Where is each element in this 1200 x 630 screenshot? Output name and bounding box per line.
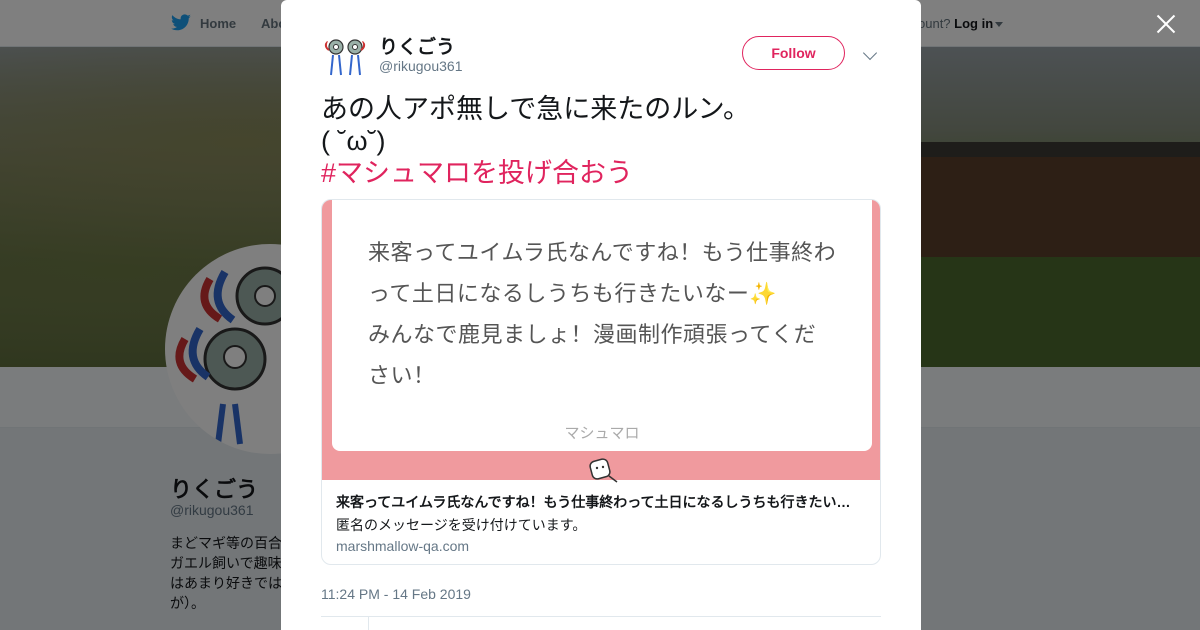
- card-image: 来客ってユイムラ氏なんですね！もう仕事終わって土日になるしうちも行きたいなー✨ み…: [322, 200, 880, 483]
- card-brand: マシュマロ: [564, 425, 640, 442]
- follow-button[interactable]: Follow: [742, 36, 845, 70]
- card-message-box: 来客ってユイムラ氏なんですね！もう仕事終わって土日になるしうちも行きたいなー✨ み…: [332, 200, 872, 451]
- marshmallow-mascot-icon: [589, 458, 618, 483]
- divider: [321, 616, 881, 617]
- tweet-text: あの人アポ無しで急に来たのルン。 ( ˘ω˘) #マシュマロを投げ合おう: [321, 93, 881, 189]
- author-avatar[interactable]: [321, 33, 369, 81]
- close-icon[interactable]: [1154, 12, 1178, 36]
- tweet-text-line: ( ˘ω˘): [321, 126, 386, 156]
- author-name[interactable]: りくごう: [379, 32, 455, 59]
- chevron-down-icon[interactable]: [862, 45, 878, 61]
- tweet-timestamp[interactable]: 11:24 PM - 14 Feb 2019: [321, 586, 471, 602]
- tweet-text-line: あの人アポ無しで急に来たのルン。: [321, 94, 751, 124]
- robot-avatar-image: [324, 39, 366, 76]
- tweet-modal: りくごう @rikugou361 Follow あの人アポ無しで急に来たのルン。…: [281, 0, 921, 630]
- sparkle-icon: ✨: [749, 281, 778, 306]
- card-quote-text: みんなで鹿見ましょ！漫画制作頑張ってください！: [368, 322, 817, 388]
- card-quote: 来客ってユイムラ氏なんですね！もう仕事終わって土日になるしうちも行きたいなー✨ み…: [368, 232, 838, 396]
- card-description: 匿名のメッセージを受け付けています。: [336, 517, 587, 533]
- card-domain: marshmallow-qa.com: [336, 538, 470, 554]
- divider: [368, 617, 369, 630]
- link-card[interactable]: 来客ってユイムラ氏なんですね！もう仕事終わって土日になるしうちも行きたいなー✨ み…: [321, 199, 881, 565]
- card-title: 来客ってユイムラ氏なんですね！もう仕事終わって土日になるしうちも行きたい…: [336, 494, 851, 510]
- author-handle[interactable]: @rikugou361: [379, 58, 463, 74]
- hashtag-link[interactable]: #マシュマロを投げ合おう: [321, 157, 881, 189]
